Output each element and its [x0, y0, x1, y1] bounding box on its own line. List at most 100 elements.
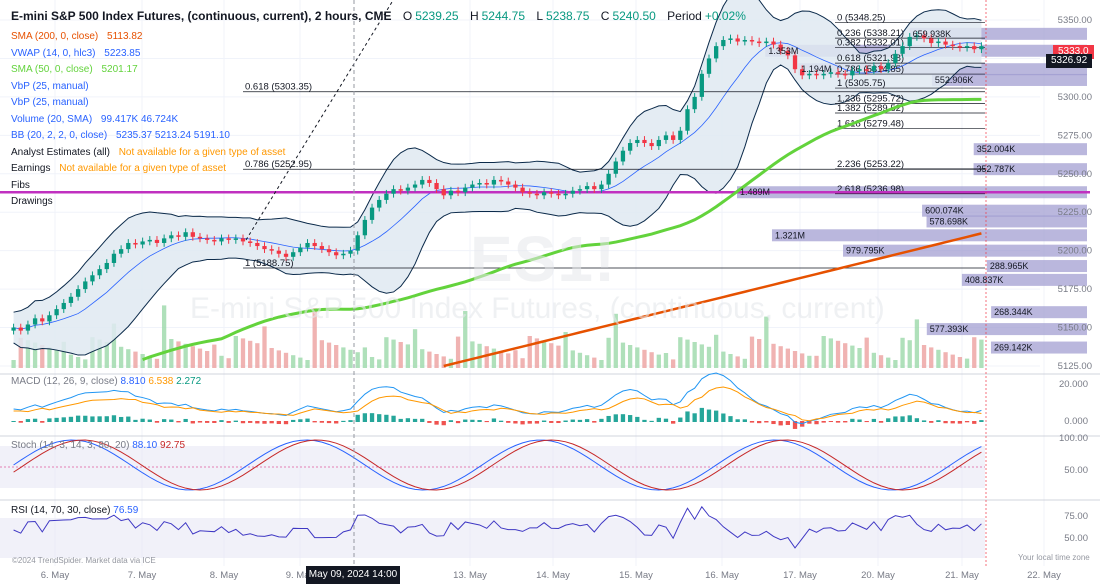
macd-hist-bar [111, 415, 117, 422]
price-tick-label: 5350.00 [1058, 15, 1092, 26]
legend-row[interactable]: Drawings [11, 195, 53, 209]
candle-body [233, 238, 238, 240]
candle-body [857, 69, 862, 71]
volume-bar [83, 359, 88, 368]
time-tick-label: 6. May [41, 570, 70, 581]
candle-body [520, 187, 525, 193]
candle-body [147, 239, 152, 242]
macd-hist-bar [850, 418, 855, 422]
volume-bar [943, 352, 948, 368]
candle-body [226, 238, 231, 240]
volume-bar [276, 350, 281, 368]
macd-hist-bar [491, 418, 497, 422]
macd-hist-bar [950, 421, 955, 424]
legend-row[interactable]: VWAP (14, 0, hlc3) 5223.85 [11, 47, 140, 61]
volume-bar [377, 359, 382, 368]
legend-label: VbP (25, manual) [11, 80, 89, 92]
macd-hist-bar [843, 421, 848, 423]
candle-body [950, 44, 955, 47]
macd-hist-bar [498, 420, 504, 422]
candle-body [749, 39, 755, 42]
time-axis[interactable]: 6. May 7. May 8. May 9. May 13. May 14. May 15… [41, 570, 1061, 581]
candle-body [556, 193, 561, 196]
macd-hist-bar [685, 411, 690, 422]
macd-hist-bar [635, 416, 640, 422]
candle-body [957, 46, 963, 48]
legend-row[interactable]: VbP (25, manual) [11, 96, 89, 110]
candle-body [463, 187, 468, 193]
volume-bar [656, 354, 661, 368]
volume-bar [291, 355, 296, 368]
candle-body [154, 239, 160, 243]
volume-bar [255, 343, 260, 368]
macd-legend[interactable]: MACD (12, 26, 9, close) 8.810 6.538 2.27… [11, 376, 201, 387]
volume-bar [190, 346, 195, 368]
macd-hist-bar [455, 421, 461, 424]
volume-bar [212, 344, 217, 368]
candle-body [54, 309, 59, 316]
volume-bar [470, 341, 475, 368]
candle-body [592, 186, 597, 190]
macd-hist-bar [32, 418, 38, 422]
macd-hist-bar [835, 421, 841, 423]
legend-row[interactable]: Earnings Not available for a given type … [11, 162, 226, 176]
volume-bar [821, 336, 826, 368]
macd-hist-bar [649, 420, 654, 422]
macd-hist-bar [570, 419, 575, 422]
candle-body [377, 199, 382, 208]
candle-body [305, 242, 310, 248]
legend-row[interactable]: Volume (20, SMA) 99.417K 46.724K [11, 113, 178, 127]
macd-hist-bar [97, 416, 102, 422]
legend-row[interactable]: BB (20, 2, 2, 0, close) 5235.37 5213.24 … [11, 129, 230, 143]
macd-hist-bar [61, 417, 66, 422]
volume-bar [334, 345, 339, 368]
macd-hist-bar [613, 414, 618, 422]
volume-bar [706, 346, 712, 368]
volume-bar [642, 349, 647, 368]
high-value: 5244.75 [481, 9, 525, 23]
macd-hist-bar [190, 421, 195, 424]
fib-label: 0.382 (5332.01) [837, 38, 904, 49]
volume-bar [584, 355, 590, 368]
macd-hist-bar [584, 419, 590, 422]
macd-hist-bar [255, 421, 260, 424]
macd-hist-bar [391, 415, 396, 422]
candle-body [405, 187, 411, 191]
macd-hist-bar [283, 421, 289, 425]
legend-row[interactable]: SMA (50, 0, close) 5201.17 [11, 63, 138, 77]
macd-hist-bar [749, 421, 755, 423]
volume-bar [405, 344, 411, 368]
legend-row[interactable]: SMA (200, 0, close) 5113.82 [11, 30, 142, 44]
vbp-label: 352.004K [977, 144, 1016, 154]
legend-value: 5223.85 [101, 47, 141, 59]
timezone-note[interactable]: Your local time zone [1018, 553, 1090, 562]
volume-bar [384, 337, 389, 368]
volume-bar [964, 358, 970, 368]
legend-row[interactable]: Fibs [11, 179, 30, 193]
legend-row[interactable]: Analyst Estimates (all) Not available fo… [11, 146, 285, 160]
macd-hist-bar [326, 421, 332, 424]
volume-bar [248, 340, 253, 368]
price-tick-label: 5200.00 [1058, 246, 1092, 257]
volume-bar [599, 360, 604, 368]
macd-hist-bar [384, 414, 389, 422]
close-label: C [600, 9, 610, 23]
time-tick-label: 20. May [861, 570, 895, 581]
stoch-legend[interactable]: Stoch (14, 3, 14, 3, 80, 20) 88.10 92.75 [11, 440, 185, 451]
macd-hist-bar [398, 418, 403, 422]
rsi-legend[interactable]: RSI (14, 70, 30, close) 76.59 [11, 505, 138, 516]
candle-body [685, 109, 690, 131]
volume-bar [893, 360, 898, 368]
macd-hist-bar [642, 419, 647, 422]
candle-body [47, 315, 52, 322]
macd-hist-bar [699, 407, 704, 422]
macd-hist-bar [197, 421, 203, 423]
volume-bar [785, 348, 790, 368]
macd-hist-bar [11, 421, 16, 422]
volume-bar [721, 351, 726, 368]
chart-title: E-mini S&P 500 Index Futures, (continuou… [11, 9, 392, 23]
volume-bar [420, 349, 425, 368]
legend-row[interactable]: VbP (25, manual) [11, 80, 89, 94]
candle-body [642, 139, 647, 144]
candle-body [104, 262, 109, 270]
